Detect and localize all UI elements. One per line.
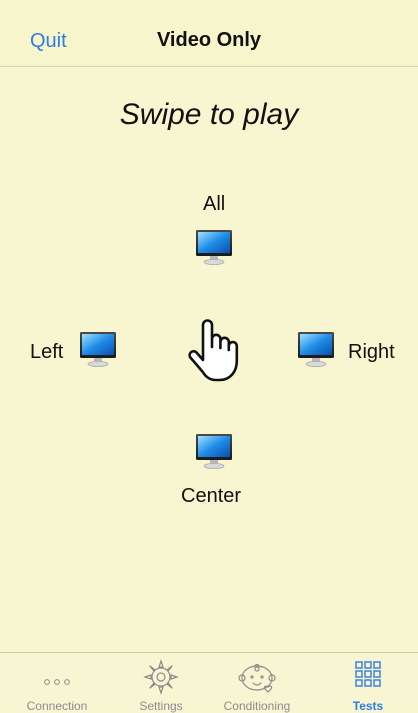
target-label-all: All xyxy=(203,193,226,215)
tab-conditioning[interactable]: Conditioning xyxy=(205,653,309,713)
swipe-area[interactable]: Swipe to play All Left Right Center xyxy=(0,67,418,652)
gear-icon xyxy=(143,659,179,700)
navigation-bar: Quit Video Only xyxy=(0,0,418,67)
tab-bar: Connection Settings Conditioning Tests xyxy=(0,652,418,713)
tab-settings[interactable]: Settings xyxy=(109,653,213,713)
hand-pointer-icon xyxy=(186,317,240,383)
monitor-icon-all[interactable] xyxy=(194,227,234,267)
grid-icon xyxy=(355,661,381,692)
target-label-left: Left xyxy=(30,341,64,363)
baby-face-icon xyxy=(235,659,279,700)
monitor-icon-left[interactable] xyxy=(78,329,118,369)
page-title: Video Only xyxy=(156,29,262,51)
ellipsis-icon xyxy=(43,673,71,691)
target-label-center: Center xyxy=(181,485,242,507)
tab-label-conditioning: Conditioning xyxy=(223,699,291,713)
tab-label-connection: Connection xyxy=(26,699,88,713)
target-label-right: Right xyxy=(348,341,395,363)
tab-label-settings: Settings xyxy=(139,699,183,713)
tab-connection[interactable]: Connection xyxy=(5,653,109,713)
tab-tests[interactable]: Tests xyxy=(316,653,418,713)
tab-label-tests: Tests xyxy=(352,699,384,713)
swipe-instruction: Swipe to play xyxy=(119,98,299,131)
monitor-icon-center[interactable] xyxy=(194,431,234,471)
monitor-icon-right[interactable] xyxy=(296,329,336,369)
